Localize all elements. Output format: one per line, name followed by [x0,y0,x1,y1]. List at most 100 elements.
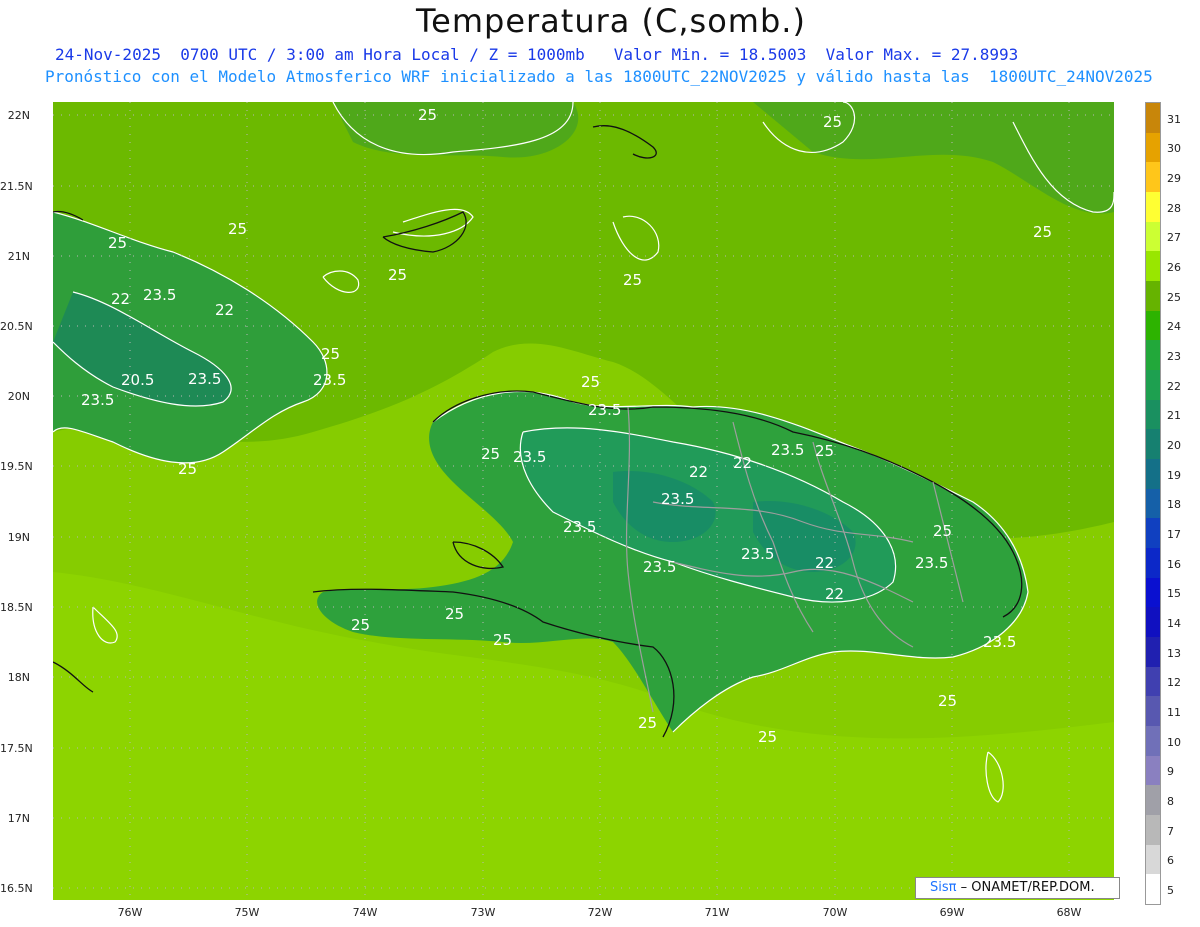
colorbar-segment [1146,666,1160,697]
lat-label: 16.5N [0,882,33,895]
contour-label: 25 [418,106,437,124]
colorbar-segment [1146,637,1160,668]
contour-label: 25 [351,616,370,634]
subtitle-model-info: Pronóstico con el Modelo Atmosferico WRF… [45,67,1153,86]
colorbar-tick-label: 15 [1167,587,1181,601]
colorbar-tick-label: 6 [1167,854,1174,868]
lon-label: 68W [1056,906,1082,919]
colorbar-segment [1146,726,1160,757]
colorbar-tick-label: 5 [1167,884,1174,897]
contour-label: 25 [933,522,952,540]
colorbar-tick-label: 14 [1167,617,1181,630]
contour-label: 23.5 [915,554,948,572]
contour-label: 25 [493,631,512,649]
colorbar-tick-label: 16 [1167,557,1181,571]
colorbar-segment [1146,815,1160,846]
contour-label: 23.5 [81,391,114,409]
colorbar-segment [1146,162,1160,193]
colorbar-segment [1146,103,1160,134]
colorbar-segment [1146,785,1160,816]
lat-label: 17N [7,812,30,825]
contour-label: 22 [825,585,844,603]
lat-label: 19.5N [0,460,33,473]
contour-label: 23.5 [143,286,176,304]
colorbar-segment [1146,696,1160,727]
map-canvas: 25 25 25 25 25 25 25 25 25 25 25 25 25 2… [52,101,1115,900]
contour-label: 23.5 [588,401,621,419]
colorbar-tick-label: 17 [1167,528,1181,541]
colorbar-tick-label: 27 [1167,231,1181,245]
colorbar-tick-label: 24 [1167,320,1181,334]
lon-label: 75W [234,906,260,919]
lon-label: 72W [587,906,613,919]
colorbar-segment [1146,577,1160,608]
contour-label: 23.5 [313,371,346,389]
contour-label: 25 [108,234,127,252]
contour-label: 25 [638,714,657,732]
colorbar-tick-label: 18 [1167,498,1181,512]
lat-label: 22N [7,109,30,122]
colorbar-segment [1146,370,1160,401]
colorbar-tick-label: 23 [1167,350,1181,363]
lat-label: 20.5N [0,320,33,333]
colorbar-tick-label: 26 [1167,261,1181,274]
contour-label: 23.5 [563,518,596,536]
contour-label: 23.5 [741,545,774,563]
lat-label: 20N [7,390,30,403]
colorbar-segment [1146,399,1160,430]
contour-label: 20.5 [121,371,154,389]
contour-label: 25 [581,373,600,391]
colorbar-segment [1146,251,1160,282]
lon-label: 69W [939,906,965,919]
lat-label: 19N [7,531,30,544]
colorbar-segment [1146,310,1160,341]
contour-label: 25 [228,220,247,238]
colorbar-segment [1146,844,1160,875]
colorbar-segment [1146,132,1160,163]
subtitle-valid-time: 24-Nov-2025 0700 UTC / 3:00 am Hora Loca… [55,45,1019,64]
contour-label: 22 [111,290,130,308]
contour-label: 23.5 [513,448,546,466]
colorbar-segment [1146,755,1160,786]
contour-label: 22 [815,554,834,572]
lon-label: 71W [704,906,730,919]
colorbar-tick-label: 10 [1167,735,1181,749]
colorbar-tick-label: 13 [1167,646,1181,660]
contour-label: 25 [823,113,842,131]
contour-label: 25 [481,445,500,463]
colorbar-segment [1146,192,1160,223]
contour-label: 25 [938,692,957,710]
contour-label: 23.5 [983,633,1016,651]
lat-label: 18N [7,671,30,684]
colorbar-segment [1146,281,1160,312]
lon-label: 73W [470,906,496,919]
colorbar-tick-label: 31 [1167,112,1181,126]
credit-box: Sisπ – ONAMET/REP.DOM. [915,877,1120,899]
lat-label: 18.5N [0,601,33,614]
colorbar-tick-label: 30 [1167,142,1181,156]
contour-label: 23.5 [661,490,694,508]
sispi-logo-text: Sisπ [930,880,957,895]
lon-label: 74W [352,906,378,919]
colorbar-tick-label: 8 [1167,795,1174,808]
contour-label: 23.5 [188,370,221,388]
contour-label: 22 [689,463,708,481]
colorbar-tick-label: 19 [1167,468,1181,482]
colorbar-tick-label: 21 [1167,409,1181,423]
contour-label: 25 [178,460,197,478]
colorbar-tick-label: 22 [1167,379,1181,393]
contour-label: 25 [445,605,464,623]
colorbar-tick-label: 11 [1167,706,1181,719]
map-title: Temperatura (C,somb.) [416,2,806,40]
lat-label: 17.5N [0,742,33,755]
contour-label: 25 [758,728,777,746]
colorbar-segment [1146,221,1160,252]
colorbar-segment [1146,488,1160,519]
colorbar-segment [1146,548,1160,579]
contour-label: 25 [623,271,642,289]
lon-label: 70W [822,906,848,919]
colorbar-tick-label: 29 [1167,172,1181,185]
colorbar-segment [1146,340,1160,371]
colorbar-segment [1146,874,1160,905]
contour-label: 22 [215,301,234,319]
